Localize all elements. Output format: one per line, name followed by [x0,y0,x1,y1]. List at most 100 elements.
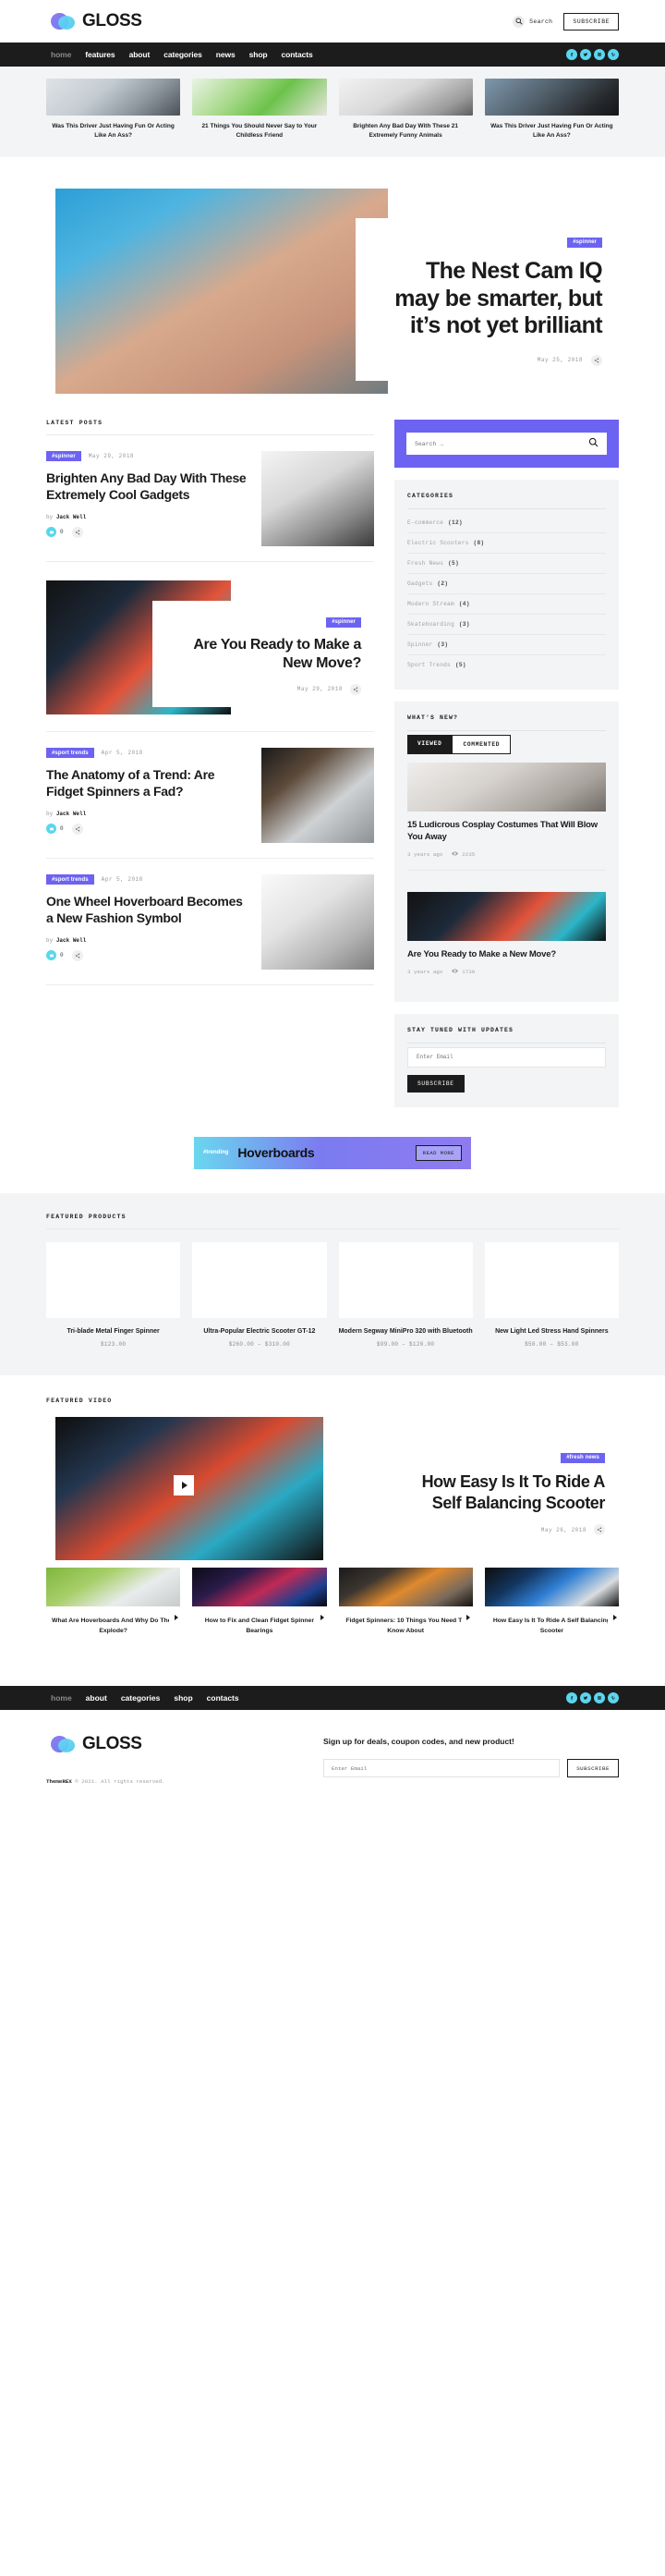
product-image [192,1241,327,1318]
share-icon[interactable] [71,949,83,961]
category-item[interactable]: E-commerce (12) [407,513,606,534]
footer-logo[interactable]: GLOSS [51,1734,323,1754]
highlight-card[interactable]: Was This Driver Just Having Fun Or Actin… [484,79,619,140]
whats-new-title-text: Are You Ready to Make a New Move? [407,948,556,959]
category-name: Fresh News [407,560,444,568]
product-card[interactable]: New Light Led Stress Hand Spinners $50.0… [484,1241,619,1349]
category-item[interactable]: Electric Scooters (8) [407,533,606,555]
footer-nav-links: home about categories shop contacts [51,1693,239,1703]
play-button[interactable] [461,1611,475,1625]
stay-tuned-subscribe-button[interactable]: SUBSCRIBE [407,1074,465,1093]
post-tag[interactable]: #sport trends [46,874,94,885]
hero-date: May 25, 2018 [537,357,583,364]
pinterest-icon[interactable] [608,49,619,60]
search-icon[interactable] [588,435,598,452]
footer-email-input[interactable] [332,1764,552,1772]
highlight-card[interactable]: Brighten Any Bad Day With These 21 Extre… [338,79,473,140]
nav-item-contacts[interactable]: contacts [282,50,313,59]
share-icon[interactable] [594,1524,605,1536]
whats-new-item[interactable]: Are You Ready to Make a New Move? 3 year… [407,869,606,987]
featured-video-tag[interactable]: #fresh news [561,1452,605,1463]
footer-nav-item-home[interactable]: home [51,1693,72,1703]
promo-read-more-button[interactable]: READ MORE [415,1144,462,1161]
header-search-button[interactable]: Search [513,15,552,28]
nav-links: home features about categories news shop… [51,50,313,59]
hero-card[interactable]: #spinner The Nest Cam IQ may be smarter,… [356,218,619,381]
footer-signup-text: Sign up for deals, coupon codes, and new… [323,1737,514,1747]
category-item[interactable]: Modern Stream (4) [407,594,606,616]
footer-nav-item-categories[interactable]: categories [121,1693,161,1703]
featured-video-card[interactable]: #fresh news How Easy Is It To Ride A Sel… [383,1435,619,1549]
category-item[interactable]: Gadgets (2) [407,574,606,595]
category-item[interactable]: Fresh News (5) [407,554,606,575]
post-tag[interactable]: #spinner [46,451,81,462]
post-item[interactable]: #sport trends Apr 5, 2018 One Wheel Hove… [46,859,374,986]
tab-viewed[interactable]: VIEWED [407,735,453,755]
twitter-icon[interactable] [580,1692,591,1704]
video-card[interactable]: How to Fix and Clean Fidget Spinner Bear… [192,1568,329,1636]
divider [46,1227,619,1229]
tab-commented[interactable]: COMMENTED [452,735,512,755]
nav-item-features[interactable]: features [85,50,115,59]
video-card[interactable]: How Easy Is It To Ride A Self Balancing … [484,1568,621,1636]
post-author[interactable]: Jack Well [56,514,86,520]
product-image [46,1241,181,1318]
share-icon[interactable] [71,823,83,835]
post-byline: by Jack Well [46,811,248,817]
footer-nav-item-about[interactable]: about [86,1693,107,1703]
facebook-icon[interactable] [566,1692,577,1704]
play-button[interactable] [608,1611,621,1625]
site-logo[interactable]: GLOSS [51,11,142,31]
post-author[interactable]: Jack Well [56,811,86,817]
video-card[interactable]: What Are Hoverboards And Why Do They Exp… [46,1568,183,1636]
share-icon[interactable] [71,526,83,538]
share-icon[interactable] [350,683,361,695]
stay-tuned-email-input[interactable] [417,1054,597,1061]
nav-item-shop[interactable]: shop [249,50,268,59]
post-feature[interactable]: #spinner Are You Ready to Make a New Mov… [46,562,374,733]
comment-count[interactable]: 0 [46,824,64,834]
whats-new-item[interactable]: 15 Ludicrous Cosplay Costumes That Will … [407,763,606,870]
highlight-card[interactable]: Was This Driver Just Having Fun Or Actin… [46,79,181,140]
sidebar-search-input[interactable] [415,440,583,447]
post-tag[interactable]: #sport trends [46,748,94,759]
highlight-card[interactable]: 21 Things You Should Never Say to Your C… [192,79,327,140]
featured-products-section: FEATURED PRODUCTS Tri-blade Metal Finger… [0,1192,665,1376]
nav-item-home[interactable]: home [51,50,71,59]
instagram-icon[interactable] [594,49,605,60]
product-price: $50.00 – $53.00 [525,1341,579,1349]
comment-count[interactable]: 0 [46,950,64,960]
twitter-icon[interactable] [580,49,591,60]
share-icon[interactable] [591,354,602,366]
facebook-icon[interactable] [566,49,577,60]
instagram-icon[interactable] [594,1692,605,1704]
post-item[interactable]: #sport trends Apr 5, 2018 The Anatomy of… [46,732,374,860]
nav-item-news[interactable]: news [216,50,236,59]
nav-item-about[interactable]: about [129,50,151,59]
footer-subscribe-button[interactable]: SUBSCRIBE [567,1759,619,1778]
product-card[interactable]: Modern Segway MiniPro 320 with Bluetooth… [338,1241,473,1348]
product-card[interactable]: Ultra-Popular Electric Scooter GT-12 $26… [192,1241,327,1348]
footer-nav-item-contacts[interactable]: contacts [207,1693,239,1703]
post-byline: by Jack Well [46,514,248,520]
pinterest-icon[interactable] [608,1692,619,1704]
promo-banner[interactable]: #trending Hoverboards READ MORE [194,1136,471,1169]
whats-new-age: 3 years ago [407,850,443,858]
post-feature-tag[interactable]: #spinner [326,617,361,628]
post-author[interactable]: Jack Well [56,937,86,944]
comment-icon [46,527,56,537]
footer-nav-item-shop[interactable]: shop [174,1693,192,1703]
play-button[interactable] [315,1611,329,1625]
comment-count[interactable]: 0 [46,527,64,537]
header-subscribe-button[interactable]: SUBSCRIBE [563,12,619,31]
play-button[interactable] [174,1475,194,1496]
hero-tag[interactable]: #spinner [567,237,602,248]
category-item[interactable]: Sport Trends (5) [407,655,606,675]
post-item[interactable]: #spinner May 29, 2018 Brighten Any Bad D… [46,435,374,563]
product-card[interactable]: Tri-blade Metal Finger Spinner $123.00 [46,1241,181,1348]
nav-item-categories[interactable]: categories [163,50,202,59]
video-card[interactable]: Fidget Spinners: 10 Things You Need To K… [338,1568,475,1636]
category-item[interactable]: Skateboarding (3) [407,615,606,636]
play-button[interactable] [169,1611,183,1625]
category-item[interactable]: Spinner (3) [407,635,606,656]
